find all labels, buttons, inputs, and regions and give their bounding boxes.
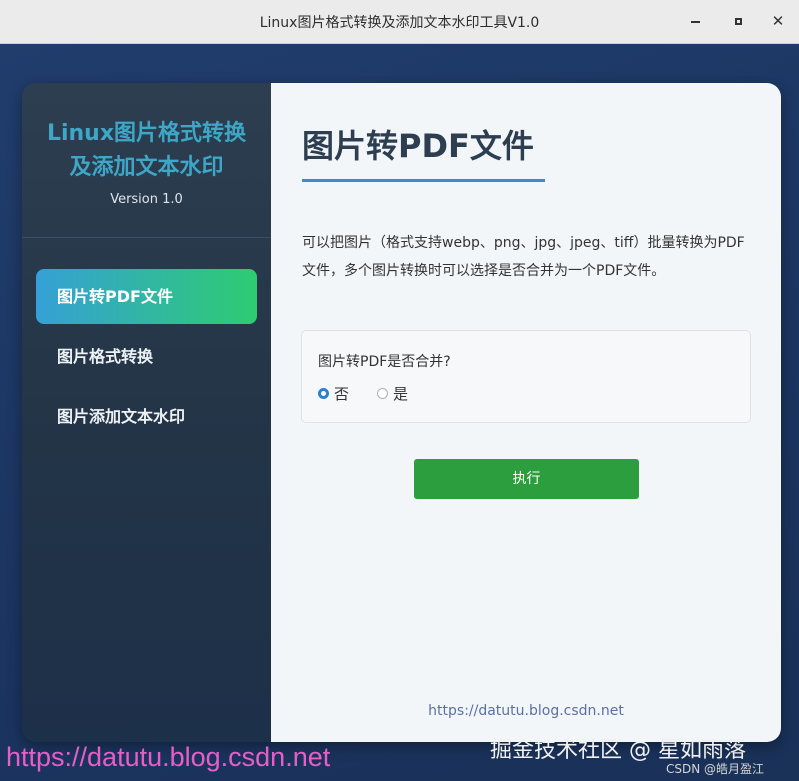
title-underline <box>302 179 545 182</box>
merge-radio-group: 否 是 <box>318 383 436 404</box>
footer-link[interactable]: https://datutu.blog.csdn.net <box>271 703 781 719</box>
brand-title-line2: 及添加文本水印 <box>69 155 224 180</box>
sidebar-item-text-watermark[interactable]: 图片添加文本水印 <box>36 389 257 444</box>
execute-button[interactable]: 执行 <box>414 459 639 499</box>
merge-option-no[interactable]: 否 <box>318 383 349 404</box>
close-icon[interactable]: ✕ <box>767 10 789 32</box>
page-description: 可以把图片（格式支持webp、png、jpg、jpeg、tiff）批量转换为PD… <box>302 235 745 279</box>
window-titlebar: Linux图片格式转换及添加文本水印工具V1.0 ✕ <box>0 0 799 44</box>
main-panel: 图片转PDF文件 可以把图片（格式支持webp、png、jpg、jpeg、tif… <box>271 83 781 742</box>
maximize-icon[interactable] <box>727 10 749 32</box>
page-title: 图片转PDF文件 <box>302 127 534 165</box>
brand: Linux图片格式转换 及添加文本水印 Version 1.0 <box>22 83 271 238</box>
sidebar-item-image-to-pdf[interactable]: 图片转PDF文件 <box>36 269 257 324</box>
radio-checked-icon[interactable] <box>318 388 329 399</box>
merge-option-group: 图片转PDF是否合并? 否 是 <box>301 330 751 423</box>
merge-option-no-label: 否 <box>334 385 350 403</box>
window-title: Linux图片格式转换及添加文本水印工具V1.0 <box>259 15 540 31</box>
merge-question-label: 图片转PDF是否合并? <box>318 354 451 370</box>
radio-unchecked-icon[interactable] <box>377 388 389 399</box>
sidebar-item-format-convert[interactable]: 图片格式转换 <box>36 329 257 384</box>
version-label: Version 1.0 <box>110 192 183 207</box>
csdn-watermark: CSDN @皓月盈江 <box>666 762 765 776</box>
sidebar-nav: 图片转PDF文件 图片格式转换 图片添加文本水印 <box>22 238 271 444</box>
minimize-icon[interactable] <box>684 10 706 32</box>
left-watermark: https://datutu.blog.csdn.net <box>6 742 331 772</box>
merge-option-yes-label: 是 <box>393 385 409 403</box>
sidebar: Linux图片格式转换 及添加文本水印 Version 1.0 图片转PDF文件… <box>22 83 271 742</box>
brand-title-line1: Linux图片格式转换 <box>46 121 247 146</box>
merge-option-yes[interactable]: 是 <box>377 383 408 404</box>
app-card: Linux图片格式转换 及添加文本水印 Version 1.0 图片转PDF文件… <box>22 83 781 742</box>
